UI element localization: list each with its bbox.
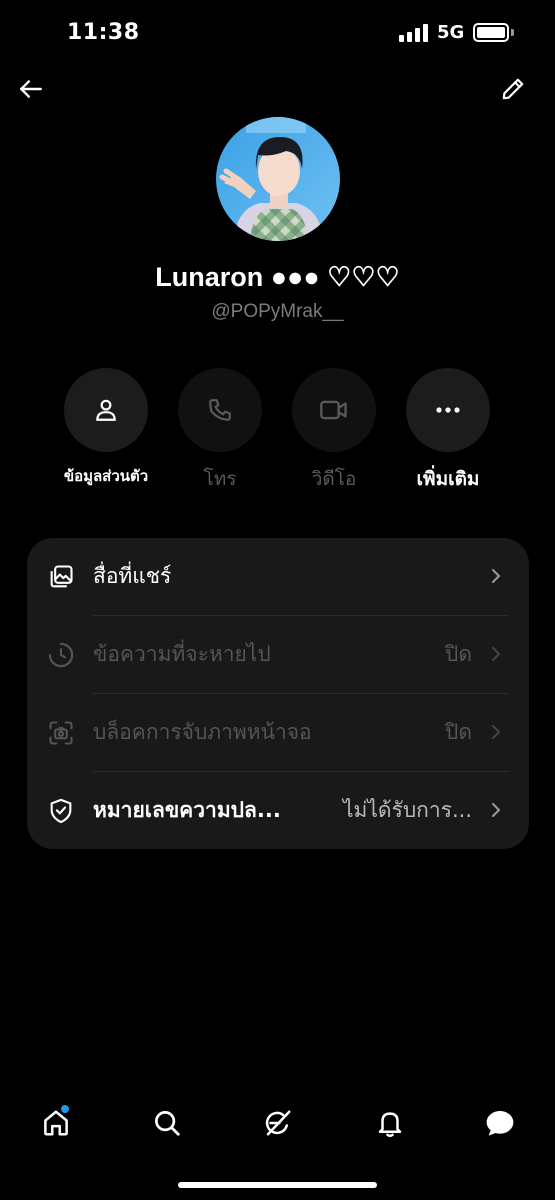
call-label: โทร <box>203 468 237 490</box>
safety-number-row[interactable]: หมายเลขความปล... ไม่ได้รับการ... <box>27 772 529 849</box>
screenshot-block-label: บล็อคการจับภาพหน้าจอ <box>93 720 312 744</box>
settings-card: สื่อที่แชร์ ข้อความที่จะหายไป ปิด บล็อคก… <box>27 538 529 849</box>
disappearing-messages-row[interactable]: ข้อความที่จะหายไป ปิด <box>27 616 529 693</box>
arrow-left-icon <box>20 80 42 98</box>
notification-dot <box>60 1104 70 1114</box>
video-button[interactable]: วิดีโอ <box>278 368 390 494</box>
tab-notifications[interactable] <box>368 1101 412 1145</box>
video-label: วิดีโอ <box>311 468 357 490</box>
shared-media-label: สื่อที่แชร์ <box>93 564 172 588</box>
safety-number-label: หมายเลขความปล... <box>93 798 281 822</box>
chevron-right-icon <box>492 803 501 817</box>
home-indicator <box>178 1182 377 1188</box>
chevron-right-icon <box>492 725 501 739</box>
phone-icon <box>209 399 231 421</box>
shared-media-icon <box>47 563 75 591</box>
more-button[interactable]: เพิ่มเติม <box>392 368 504 494</box>
back-button[interactable] <box>9 67 53 111</box>
disappearing-messages-value: ปิด <box>445 642 472 666</box>
profile-info-label: ข้อมูลส่วนตัว <box>63 467 149 485</box>
safety-number-value: ไม่ได้รับการ... <box>342 798 472 822</box>
signal-icon <box>399 24 429 42</box>
message-icon <box>486 1111 514 1136</box>
battery-icon <box>473 23 509 42</box>
tab-home[interactable] <box>34 1101 78 1145</box>
chevron-right-icon <box>492 569 501 583</box>
tab-search[interactable] <box>145 1101 189 1145</box>
video-icon <box>320 400 347 420</box>
edit-button[interactable] <box>491 67 535 111</box>
shared-media-row[interactable]: สื่อที่แชร์ <box>27 538 529 615</box>
person-icon <box>96 399 116 421</box>
tab-messages[interactable] <box>478 1101 522 1145</box>
screenshot-block-row[interactable]: บล็อคการจับภาพหน้าจอ ปิด <box>27 694 529 771</box>
disappearing-messages-label: ข้อความที่จะหายไป <box>93 642 271 666</box>
timer-icon <box>47 641 75 669</box>
shield-check-icon <box>47 797 75 825</box>
search-icon <box>155 1111 180 1136</box>
screenshot-icon <box>47 719 75 747</box>
chevron-right-icon <box>492 647 501 661</box>
network-type: 5G <box>437 22 465 43</box>
profile-info-button[interactable]: ข้อมูลส่วนตัว <box>50 368 162 488</box>
username-handle: @POPyMrak__ <box>211 301 344 322</box>
call-button[interactable]: โทร <box>164 368 276 494</box>
grok-icon <box>265 1110 291 1136</box>
display-name: Lunaron ●●● ♡♡♡ <box>155 262 400 292</box>
status-bar: 11:38 5G <box>0 0 555 66</box>
pencil-icon <box>502 78 524 100</box>
avatar[interactable] <box>216 117 340 241</box>
tab-grok[interactable] <box>256 1101 300 1145</box>
more-icon <box>436 407 460 413</box>
screenshot-block-value: ปิด <box>445 720 472 744</box>
status-time: 11:38 <box>67 20 140 45</box>
bell-icon <box>378 1112 402 1138</box>
more-label: เพิ่มเติม <box>416 468 480 490</box>
